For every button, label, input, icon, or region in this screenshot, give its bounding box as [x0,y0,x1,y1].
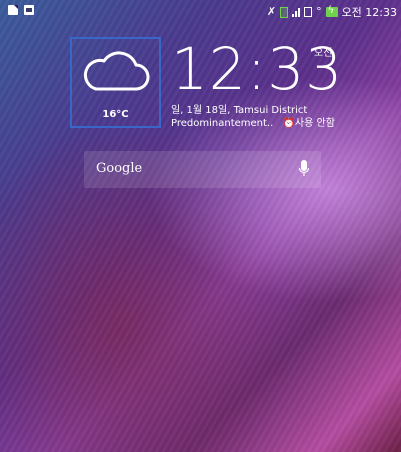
signal-icon [292,7,301,17]
weather-widget[interactable]: 16°C [70,37,161,128]
sim-icon [280,6,289,18]
google-search-bar[interactable]: Google [84,151,321,188]
temperature: 16°C [102,109,129,120]
alarm-status: ⏰사용 안함 [282,118,335,129]
google-logo: Google [96,161,143,176]
status-bar: ✗ ° 오전 12:33 [0,0,401,22]
clock-ampm: 오전 [314,48,333,59]
cloud-icon [83,51,150,91]
image-notification-icon [24,5,34,15]
microphone-icon[interactable] [299,160,309,178]
document-notification-icon [8,5,18,15]
battery-charging-icon [325,5,338,17]
data-icon [304,7,313,17]
weather-condition-line: Predominantement.. ⏰사용 안함 [171,114,335,129]
wifi-icon: ° [316,5,322,18]
mute-icon: ✗ [266,5,277,18]
status-time: 오전 12:33 [341,6,397,19]
weather-condition: Predominantement.. [171,118,274,129]
